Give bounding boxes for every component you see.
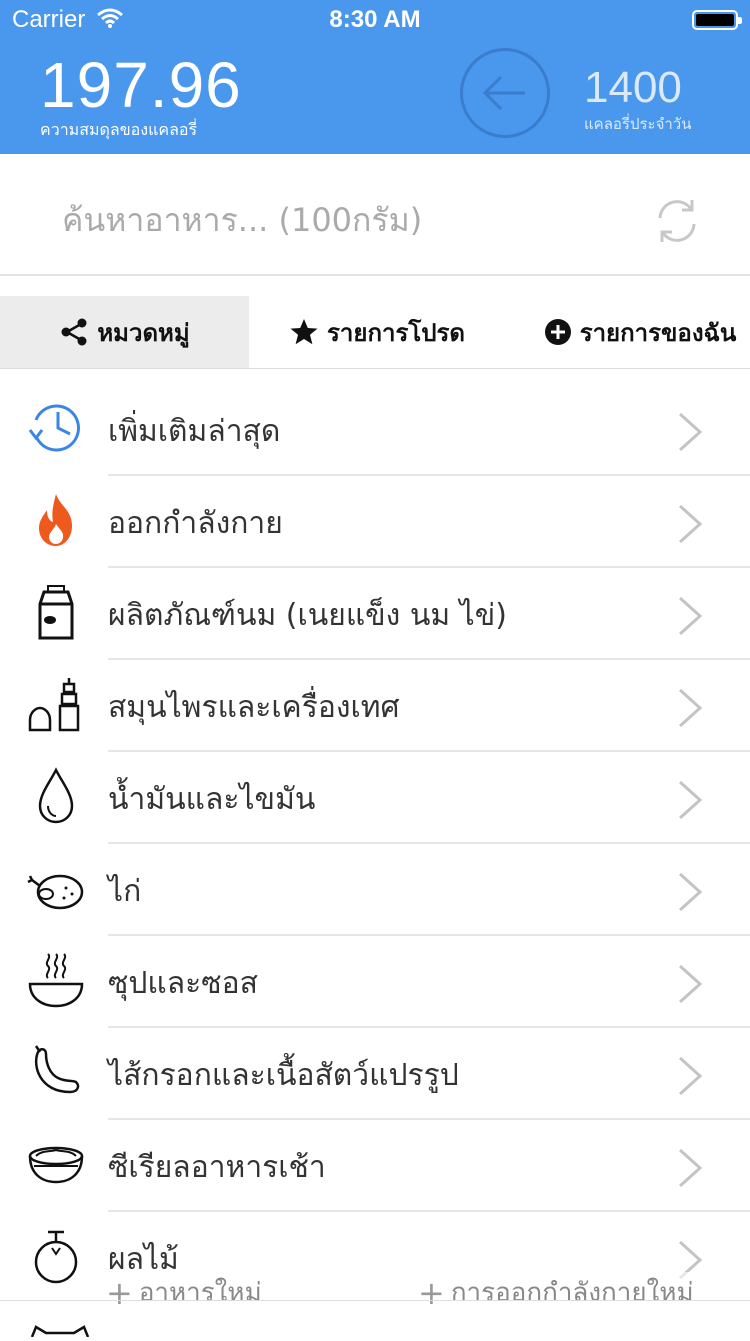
new-food-label: อาหารใหม่	[138, 1278, 262, 1308]
chevron-right-icon	[676, 1054, 704, 1102]
category-label: ไก่	[108, 874, 142, 909]
spice-mill-icon	[26, 674, 86, 734]
tab-favorites[interactable]: รายการโปรด	[270, 296, 484, 368]
category-row-spices[interactable]: สมุนไพรและเครื่องเทศ	[0, 660, 750, 752]
category-list: เพิ่มเติมล่าสุด ออกกำลังกาย ผลิตภัณฑ์นม …	[0, 384, 750, 1304]
category-tabs: หมวดหมู่ รายการโปรด รายการของฉัน	[0, 296, 750, 369]
refresh-button[interactable]	[652, 196, 702, 246]
chicken-icon	[26, 858, 86, 918]
tab-my-items-label: รายการของฉัน	[579, 318, 737, 347]
new-exercise-button[interactable]: + การออกกำลังกายใหม่	[418, 1272, 694, 1313]
status-bar: Carrier 8:30 AM	[0, 0, 750, 40]
tab-favorites-label: รายการโปรด	[327, 318, 465, 347]
category-label: ซุปและซอส	[108, 966, 258, 1001]
calorie-balance-value: 197.96	[40, 49, 242, 121]
fire-icon	[26, 490, 86, 550]
category-row-recent[interactable]: เพิ่มเติมล่าสุด	[0, 384, 750, 476]
refresh-icon	[658, 200, 696, 242]
header-bar: Carrier 8:30 AM 197.96 ความสมดุลของแคลอร…	[0, 0, 750, 154]
category-row-cereal[interactable]: ซีเรียลอาหารเช้า	[0, 1120, 750, 1212]
back-arrow-button[interactable]	[460, 48, 550, 138]
battery-icon	[692, 10, 742, 30]
bottom-divider	[0, 1300, 750, 1301]
arrow-left-icon	[482, 75, 525, 111]
star-icon	[289, 317, 319, 347]
partial-row-icon	[30, 1322, 90, 1341]
new-food-button[interactable]: + อาหารใหม่	[106, 1272, 262, 1313]
share-icon	[59, 317, 89, 347]
chevron-right-icon	[676, 1146, 704, 1194]
category-label: ออกกำลังกาย	[108, 506, 283, 541]
category-label: เพิ่มเติมล่าสุด	[108, 414, 281, 449]
chevron-right-icon	[676, 962, 704, 1010]
food-search-input[interactable]	[60, 194, 624, 246]
category-row-soups[interactable]: ซุปและซอส	[0, 936, 750, 1028]
calorie-balance-label: ความสมดุลของแคลอรี่	[40, 120, 198, 139]
category-label: ไส้กรอกและเนื้อสัตว์แปรรูป	[108, 1058, 459, 1093]
category-label: น้ำมันและไขมัน	[108, 782, 316, 817]
cereal-bowl-icon	[26, 1134, 86, 1194]
plus-icon: +	[106, 1273, 133, 1312]
category-row-chicken[interactable]: ไก่	[0, 844, 750, 936]
chevron-right-icon	[676, 594, 704, 642]
tab-categories-label: หมวดหมู่	[97, 318, 190, 347]
tab-categories[interactable]: หมวดหมู่	[0, 296, 249, 368]
category-label: ซีเรียลอาหารเช้า	[108, 1150, 326, 1185]
chevron-right-icon	[676, 778, 704, 826]
category-row-dairy[interactable]: ผลิตภัณฑ์นม (เนยแข็ง นม ไข่)	[0, 568, 750, 660]
oil-drop-icon	[26, 766, 86, 826]
category-row-oils[interactable]: น้ำมันและไขมัน	[0, 752, 750, 844]
category-label: ผลิตภัณฑ์นม (เนยแข็ง นม ไข่)	[108, 598, 507, 633]
plus-icon: +	[418, 1273, 445, 1312]
chevron-right-icon	[676, 686, 704, 734]
category-row-sausages[interactable]: ไส้กรอกและเนื้อสัตว์แปรรูป	[0, 1028, 750, 1120]
search-bar	[0, 154, 750, 276]
daily-calories-value: 1400	[584, 63, 682, 112]
plus-circle-icon	[544, 318, 572, 346]
recent-clock-icon	[26, 398, 86, 458]
category-label: สมุนไพรและเครื่องเทศ	[108, 690, 400, 725]
category-row-exercise[interactable]: ออกกำลังกาย	[0, 476, 750, 568]
new-exercise-label: การออกกำลังกายใหม่	[450, 1278, 694, 1308]
clock-label: 8:30 AM	[329, 6, 421, 33]
sausage-icon	[26, 1042, 86, 1102]
daily-calories-label: แคลอรี่ประจำวัน	[584, 115, 692, 133]
chevron-right-icon	[676, 502, 704, 550]
milk-carton-icon	[26, 582, 86, 642]
chevron-right-icon	[676, 870, 704, 918]
bottom-actions-bar: + อาหารใหม่ + การออกกำลังกายใหม่	[0, 1266, 750, 1313]
tab-my-items[interactable]: รายการของฉัน	[530, 296, 750, 368]
soup-bowl-icon	[26, 950, 86, 1010]
chevron-right-icon	[676, 410, 704, 458]
